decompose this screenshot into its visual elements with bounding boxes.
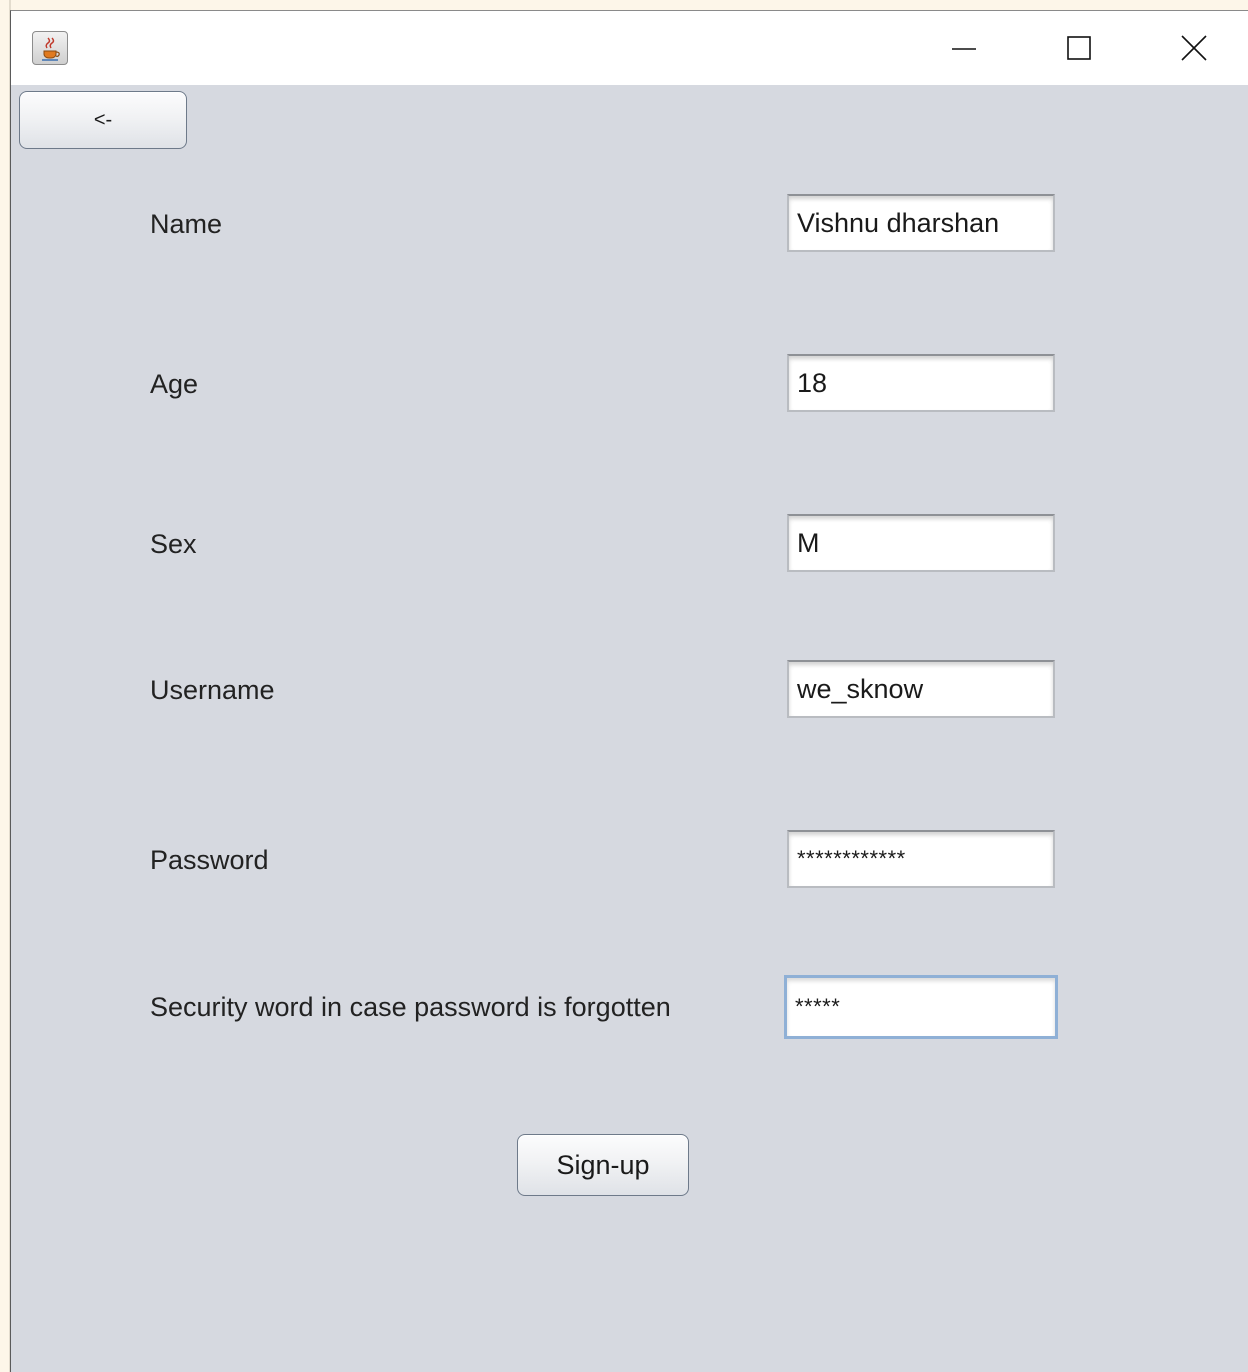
sign-up-button[interactable]: Sign-up bbox=[517, 1134, 689, 1196]
sex-label: Sex bbox=[150, 529, 197, 559]
username-label: Username bbox=[150, 675, 275, 705]
app-window: <- Name Age Sex Username Password Securi… bbox=[10, 10, 1248, 1372]
maximize-button[interactable] bbox=[1051, 25, 1107, 71]
close-button[interactable] bbox=[1166, 25, 1222, 71]
age-field[interactable] bbox=[787, 354, 1055, 412]
name-field[interactable] bbox=[787, 194, 1055, 252]
minimize-button[interactable] bbox=[936, 25, 992, 71]
username-field[interactable] bbox=[787, 660, 1055, 718]
back-button[interactable]: <- bbox=[19, 91, 187, 149]
title-bar[interactable] bbox=[11, 11, 1248, 85]
sex-field[interactable] bbox=[787, 514, 1055, 572]
security-word-label: Security word in case password is forgot… bbox=[150, 992, 671, 1022]
close-icon bbox=[1181, 35, 1207, 61]
minimize-icon bbox=[952, 48, 976, 50]
age-label: Age bbox=[150, 369, 199, 399]
security-word-field[interactable] bbox=[784, 975, 1058, 1039]
java-cup-icon bbox=[32, 31, 68, 65]
maximize-icon bbox=[1067, 36, 1091, 60]
name-label: Name bbox=[150, 209, 223, 239]
password-field[interactable] bbox=[787, 830, 1055, 888]
password-label: Password bbox=[150, 845, 269, 875]
